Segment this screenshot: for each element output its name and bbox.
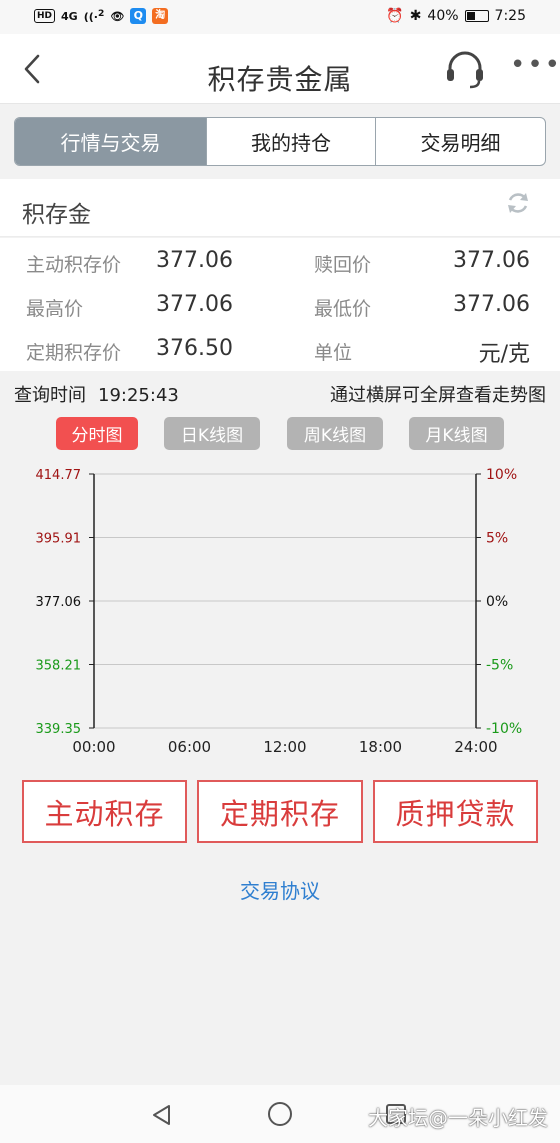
landscape-hint: 通过横屏可全屏查看走势图 [330, 385, 546, 406]
segment-tabs: 行情与交易 我的持仓 交易明细 [14, 117, 546, 166]
price-row: 最高价 377.06 最低价 377.06 [0, 284, 560, 328]
wifi-icon: ((·2 [83, 8, 105, 24]
app-notification-icon: Q [130, 8, 147, 24]
y-axis-left-label: 377.06 [36, 595, 82, 610]
y-axis-left-label: 358.21 [36, 659, 82, 674]
tab-daily-kline[interactable]: 日K线图 [164, 417, 260, 450]
refresh-icon [508, 193, 528, 213]
tab-market-trade[interactable]: 行情与交易 [15, 118, 207, 165]
x-axis-label: 06:00 [168, 738, 211, 756]
hd-badge: HD [34, 9, 56, 23]
x-axis-label: 12:00 [263, 738, 306, 756]
price-chart: 414.77 10% 395.91 5% 377.06 0% 358.21 -5% 339.35… [36, 467, 523, 756]
unit-value: 元/克 [478, 342, 530, 367]
y-axis-left-label: 395.91 [36, 532, 82, 547]
y-axis-left-label: 339.35 [36, 722, 82, 737]
battery-icon [464, 10, 489, 22]
active-deposit-price-value: 377.06 [156, 248, 233, 273]
status-bar: HD 4G ((·2 👁 Q 淘 ⏰ ✱ 40% 7:25 [0, 0, 560, 34]
battery-percent: 40% [427, 8, 459, 24]
trade-agreement-link[interactable]: 交易协议 [0, 875, 560, 904]
high-price-label: 最高价 [26, 298, 84, 320]
fixed-deposit-price-value: 376.50 [156, 336, 233, 361]
redeem-price-label: 赎回价 [314, 254, 372, 276]
x-axis-label: 00:00 [72, 738, 115, 756]
query-time-value: 19:25:43 [98, 385, 179, 406]
active-deposit-price-label: 主动积存价 [26, 254, 122, 276]
price-row: 主动积存价 377.06 赎回价 377.06 [0, 240, 560, 284]
customer-service-button[interactable] [444, 50, 486, 90]
tab-holdings[interactable]: 我的持仓 [207, 118, 376, 165]
pledge-loan-button[interactable]: 质押贷款 [373, 780, 538, 843]
clock: 7:25 [494, 8, 526, 24]
alarm-icon: ⏰ [386, 8, 404, 24]
tab-monthly-kline[interactable]: 月K线图 [409, 417, 504, 450]
x-axis-label: 18:00 [359, 738, 402, 756]
signal-icon: 4G [61, 9, 78, 23]
y-axis-right-label: 10% [486, 467, 517, 483]
product-header: 积存金 [0, 179, 560, 237]
status-left: HD 4G ((·2 👁 Q 淘 [34, 8, 169, 24]
eye-icon: 👁 [110, 9, 125, 23]
unit-label: 单位 [314, 342, 353, 364]
y-axis-right-label: 0% [486, 594, 508, 610]
watermark: 大家坛@一朵小红发 [368, 1106, 548, 1130]
more-menu-button[interactable]: ••• [510, 52, 560, 82]
y-axis-right-label: -10% [486, 721, 522, 737]
price-row: 定期积存价 376.50 单位 元/克 [0, 328, 560, 372]
y-axis-right-label: 5% [486, 531, 508, 547]
headset-icon [447, 51, 483, 89]
nav-back-button[interactable] [150, 1103, 174, 1127]
high-price-value: 377.06 [156, 292, 233, 317]
y-axis-left-label: 414.77 [36, 468, 82, 483]
nav-home-button[interactable] [268, 1102, 292, 1126]
refresh-button[interactable] [505, 190, 531, 216]
low-price-label: 最低价 [314, 298, 372, 320]
redeem-price-value: 377.06 [453, 248, 530, 273]
status-right: ⏰ ✱ 40% 7:25 [386, 8, 526, 24]
fixed-deposit-price-label: 定期积存价 [26, 342, 122, 364]
query-time: 查询时间 19:25:43 [14, 381, 179, 407]
triangle-back-icon [153, 1105, 170, 1125]
tab-trade-details[interactable]: 交易明细 [376, 118, 545, 165]
y-axis-right-label: -5% [486, 658, 513, 674]
app-header: 积存贵金属 ••• [0, 34, 560, 104]
tab-intraday-chart[interactable]: 分时图 [56, 417, 138, 450]
taobao-notification-icon: 淘 [152, 8, 169, 24]
query-time-label: 查询时间 [14, 385, 86, 406]
bluetooth-icon: ✱ [409, 8, 422, 24]
low-price-value: 377.06 [453, 292, 530, 317]
price-table: 主动积存价 377.06 赎回价 377.06 最高价 377.06 最低价 3… [0, 238, 560, 371]
x-axis-label: 24:00 [454, 738, 497, 756]
product-name: 积存金 [22, 202, 91, 228]
active-deposit-button[interactable]: 主动积存 [22, 780, 187, 843]
tab-weekly-kline[interactable]: 周K线图 [287, 417, 383, 450]
fixed-deposit-button[interactable]: 定期积存 [197, 780, 363, 843]
